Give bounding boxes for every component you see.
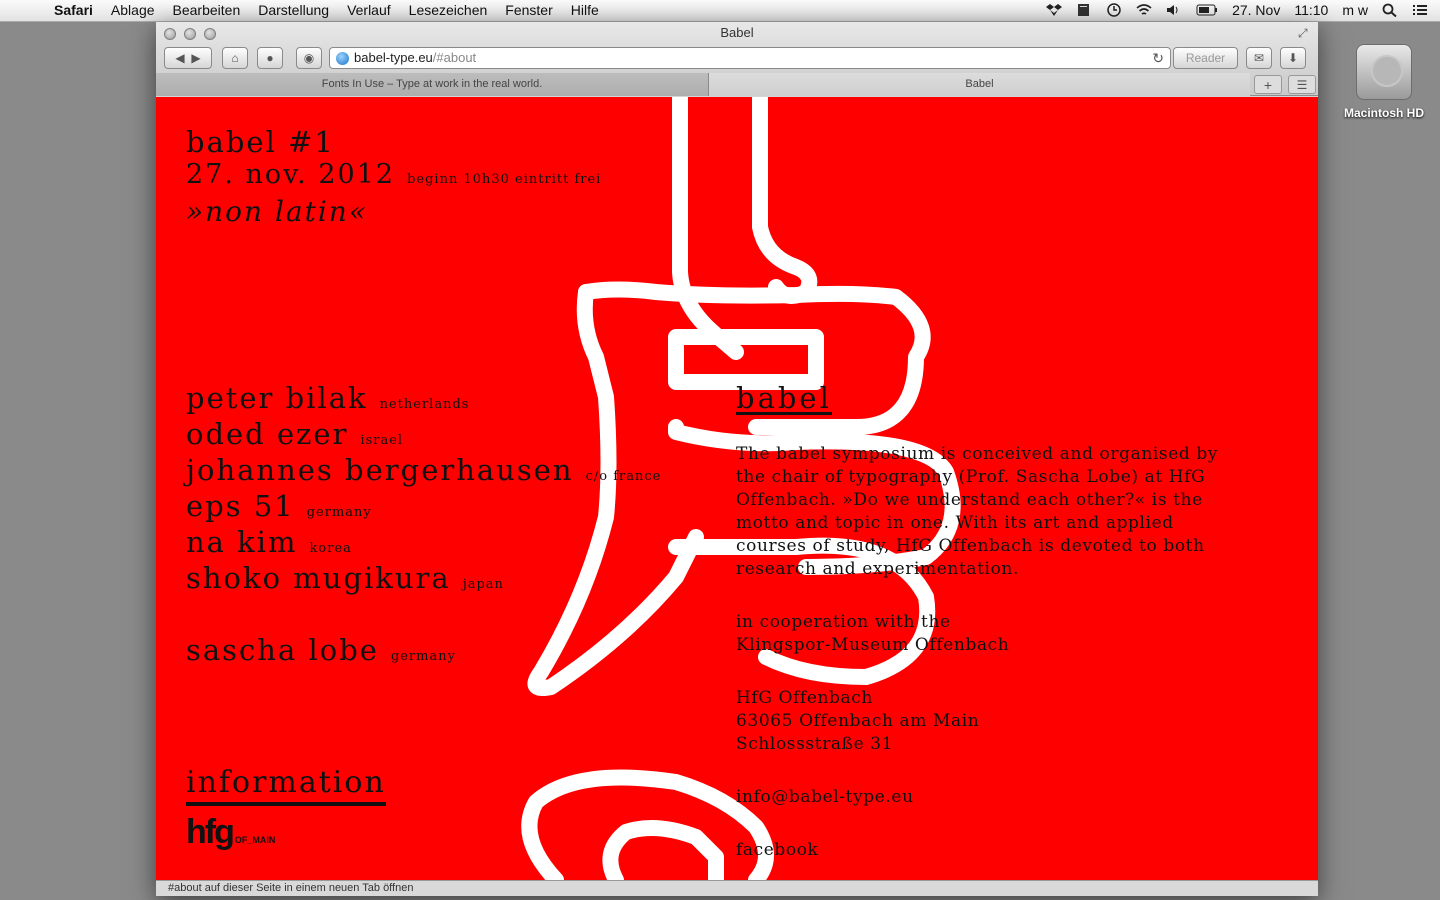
mail-icon: ✉ <box>1253 51 1265 65</box>
tab-overview-icon[interactable]: ☰ <box>1288 75 1316 94</box>
speaker-row: na kim korea <box>186 525 352 559</box>
notification-center-icon[interactable] <box>1412 3 1428 17</box>
address-line: 63065 Offenbach am Main <box>736 711 980 731</box>
menu-hilfe[interactable]: Hilfe <box>571 2 599 18</box>
window-title: Babel <box>720 25 754 40</box>
new-tab-plus-icon[interactable]: + <box>1254 75 1282 94</box>
dropbox-icon[interactable] <box>1046 3 1063 17</box>
download-icon: ⬇ <box>1287 51 1299 65</box>
speaker-row: johannes bergerhausen c/o france <box>186 453 661 487</box>
share-mail-button[interactable]: ✉ <box>1246 47 1272 69</box>
clock-date[interactable]: 27. Nov <box>1232 2 1280 18</box>
speaker-name: johannes bergerhausen <box>186 453 574 487</box>
time-machine-icon[interactable] <box>1106 3 1122 17</box>
menu-app-safari[interactable]: Safari <box>54 2 93 18</box>
speaker-row: peter bilak netherlands <box>186 381 469 415</box>
cooperation-line: in cooperation with the <box>736 612 951 632</box>
forward-arrow-icon[interactable]: ▶ <box>191 51 200 65</box>
menu-bearbeiten[interactable]: Bearbeiten <box>173 2 241 18</box>
desktop-disk-icon[interactable]: Macintosh HD <box>1338 44 1430 120</box>
desktop-disk-label: Macintosh HD <box>1343 106 1424 120</box>
back-arrow-icon[interactable]: ◀ <box>175 51 184 65</box>
information-link[interactable]: information <box>186 765 386 806</box>
event-info: beginn 10h30 eintritt frei <box>407 172 602 187</box>
url-path: /#about <box>432 50 477 65</box>
host-row: sascha lobe germany <box>186 633 456 667</box>
battery-icon[interactable] <box>1196 3 1218 17</box>
speaker-row: oded ezer israel <box>186 417 403 451</box>
clock-time[interactable]: 11:10 <box>1294 2 1328 18</box>
status-bar: #about auf dieser Seite in einem neuen T… <box>156 880 1318 896</box>
tab-babel[interactable]: Babel <box>709 73 1250 96</box>
browser-window: Babel ⤢ ◀ ▶ ⌂ ● ◉ babel-type.eu/#about ↻… <box>156 22 1318 896</box>
speaker-name: peter bilak <box>186 381 368 415</box>
fullscreen-icon[interactable]: ⤢ <box>1298 26 1312 40</box>
host-country: germany <box>390 649 456 664</box>
menu-items: Safari Ablage Bearbeiten Darstellung Ver… <box>54 2 599 18</box>
menu-ablage[interactable]: Ablage <box>111 2 155 18</box>
home-icon: ⌂ <box>231 51 239 65</box>
address-bar[interactable]: babel-type.eu/#about ↻ <box>329 47 1171 69</box>
menu-bar: Safari Ablage Bearbeiten Darstellung Ver… <box>0 0 1440 22</box>
speaker-row: shoko mugikura japan <box>186 561 504 595</box>
cooperation-block: in cooperation with the Klingspor-Museum… <box>736 611 1226 657</box>
lightbulb-icon: ● <box>266 51 274 65</box>
about-section: babel The babel symposium is conceived a… <box>736 381 1226 880</box>
about-heading: babel <box>736 381 832 415</box>
menu-verlauf[interactable]: Verlauf <box>347 2 391 18</box>
downloads-button[interactable]: ⬇ <box>1280 47 1306 69</box>
event-date: 27. nov. 2012 <box>186 159 396 190</box>
speaker-name: eps 51 <box>186 489 295 523</box>
volume-icon[interactable] <box>1166 3 1182 17</box>
shield-icon: ◉ <box>303 51 315 65</box>
speaker-row: eps 51 germany <box>186 489 372 523</box>
page-content: babel #1 27. nov. 2012 beginn 10h30 eintr… <box>156 97 1318 880</box>
speaker-name: oded ezer <box>186 417 349 451</box>
reload-icon[interactable]: ↻ <box>1152 48 1164 68</box>
address-line: Schlossstraße 31 <box>736 734 894 754</box>
speaker-country: c/o france <box>585 469 662 484</box>
menu-darstellung[interactable]: Darstellung <box>258 2 329 18</box>
hfg-logo[interactable]: hfg OF_MAIN <box>186 813 275 852</box>
book-icon[interactable] <box>1076 3 1092 17</box>
menu-status-area: 27. Nov 11:10 m w <box>1046 2 1428 18</box>
speaker-country: japan <box>462 577 504 592</box>
url-host: babel-type.eu <box>354 50 433 65</box>
menu-lesezeichen[interactable]: Lesezeichen <box>409 2 488 18</box>
speaker-country: netherlands <box>379 397 470 412</box>
spotlight-search-icon[interactable] <box>1382 3 1398 17</box>
bookmarks-button[interactable]: ● <box>257 47 283 69</box>
user-menu[interactable]: m w <box>1342 2 1368 18</box>
back-forward-buttons[interactable]: ◀ ▶ <box>164 47 212 69</box>
address-line: HfG Offenbach <box>736 688 873 708</box>
wifi-icon[interactable] <box>1136 3 1152 17</box>
tab-bar: Fonts In Use – Type at work in the real … <box>156 73 1318 96</box>
tab-fonts-in-use[interactable]: Fonts In Use – Type at work in the real … <box>156 73 709 96</box>
event-date-line: 27. nov. 2012 beginn 10h30 eintritt frei <box>186 159 601 190</box>
hard-disk-icon <box>1356 44 1412 100</box>
speaker-country: israel <box>360 433 404 448</box>
globe-icon <box>336 52 349 65</box>
speaker-name: na kim <box>186 525 298 559</box>
host-name: sascha lobe <box>186 633 379 667</box>
speaker-country: korea <box>309 541 352 556</box>
window-toolbar: Babel ⤢ ◀ ▶ ⌂ ● ◉ babel-type.eu/#about ↻… <box>156 22 1318 96</box>
email-link[interactable]: info@babel-type.eu <box>736 786 1226 809</box>
speaker-name: shoko mugikura <box>186 561 451 595</box>
hfg-logo-text: hfg <box>186 813 235 851</box>
event-title: babel #1 <box>186 125 335 159</box>
menu-fenster[interactable]: Fenster <box>505 2 552 18</box>
facebook-link[interactable]: facebook <box>736 839 1226 862</box>
about-paragraph: The babel symposium is conceived and org… <box>736 444 1219 579</box>
address-block: HfG Offenbach 63065 Offenbach am Main Sc… <box>736 687 1226 756</box>
speaker-country: germany <box>306 505 372 520</box>
hfg-logo-subtext: OF_MAIN <box>234 835 276 845</box>
cooperation-partner: Klingspor-Museum Offenbach <box>736 635 1010 655</box>
home-button[interactable]: ⌂ <box>222 47 248 69</box>
event-motto: »non latin« <box>186 195 368 228</box>
reader-button[interactable]: Reader <box>1173 47 1238 69</box>
privacy-button[interactable]: ◉ <box>296 47 322 69</box>
